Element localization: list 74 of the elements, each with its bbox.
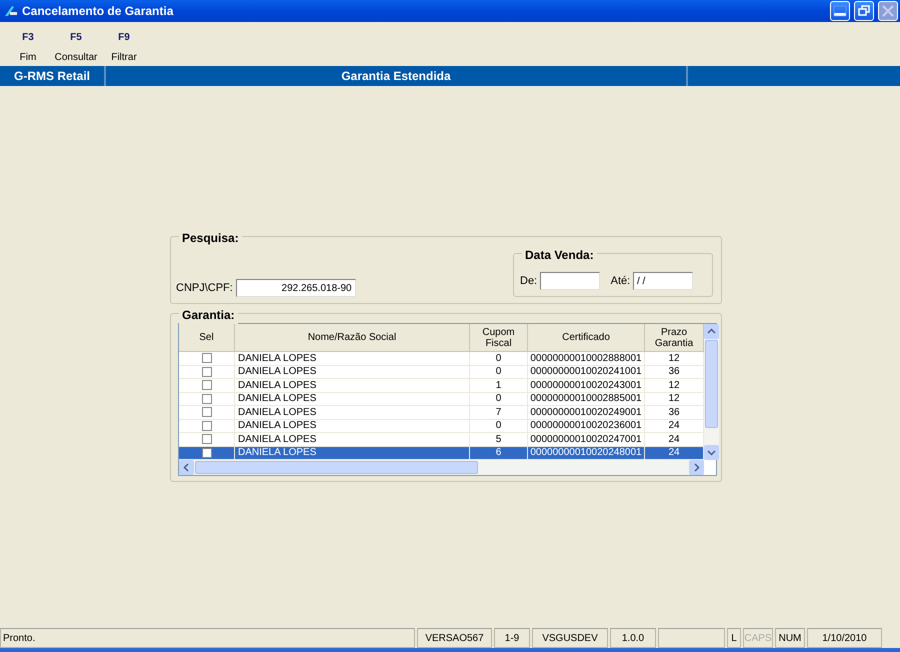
table-cell: 0 [470, 420, 528, 433]
window-title: Cancelamento de Garantia [22, 3, 174, 20]
table-cell: DANIELA LOPES [235, 392, 470, 406]
app-name: G-RMS Retail [0, 66, 106, 86]
column-header[interactable]: Sel [179, 324, 235, 352]
status-panel: L [727, 628, 741, 648]
checkbox[interactable] [202, 394, 212, 404]
status-panel: 1-9 [494, 628, 530, 648]
toolbar-button[interactable]: F9 Filtrar [102, 30, 146, 66]
date-from-field[interactable] [540, 272, 600, 290]
screen-title: Garantia Estendida [106, 66, 688, 86]
table-row[interactable]: DANIELA LOPES 0 00000000010002888001 12 [179, 352, 704, 366]
table-cell: 0 [470, 366, 528, 379]
cpf-field[interactable]: 292.265.018-90 [236, 279, 356, 297]
field-label: Até: [610, 274, 630, 289]
status-panel: CAPS [743, 628, 773, 648]
scrollbar-thumb[interactable] [195, 461, 478, 474]
table-cell: 00000000010002885001 [528, 392, 645, 406]
scroll-left-button[interactable] [179, 460, 194, 475]
status-panel: 1.0.0 [610, 628, 656, 648]
table-cell: 1 [470, 379, 528, 392]
restore-button[interactable] [854, 1, 874, 21]
checkbox[interactable] [202, 380, 212, 390]
checkbox[interactable] [202, 420, 212, 431]
table-cell: DANIELA LOPES [235, 379, 470, 392]
field-label: CNPJ\CPF: [176, 280, 233, 296]
table-cell: 00000000010020243001 [528, 379, 645, 392]
status-panel: 1/10/2010 [807, 628, 882, 648]
status-panel: VSGUSDEV [532, 628, 608, 648]
column-header[interactable]: Certificado [528, 324, 645, 352]
table-cell: 00000000010020249001 [528, 406, 645, 420]
minimize-icon [832, 3, 848, 19]
scroll-down-button[interactable] [704, 445, 719, 460]
status-panel: Pronto. [0, 628, 415, 648]
table-row[interactable]: DANIELA LOPES 0 00000000010020241001 36 [179, 366, 704, 379]
toolbar-button[interactable]: F5 Consultar [54, 30, 98, 66]
toolbar-button[interactable]: F3 Fim [6, 30, 50, 66]
app-icon [4, 5, 18, 17]
table-cell: DANIELA LOPES [235, 352, 470, 366]
date-to-field[interactable]: / / [632, 272, 693, 290]
table-cell: 0 [470, 352, 528, 366]
table-row[interactable]: DANIELA LOPES 0 00000000010002885001 12 [179, 392, 704, 406]
status-panel: VERSAO567 [417, 628, 492, 648]
table-cell: 00000000010020241001 [528, 366, 645, 379]
column-header[interactable]: Nome/Razão Social [235, 324, 470, 352]
checkbox[interactable] [202, 407, 212, 418]
scroll-up-button[interactable] [704, 324, 719, 339]
checkbox[interactable] [202, 434, 212, 444]
table-cell: DANIELA LOPES [235, 406, 470, 420]
checkbox[interactable] [202, 448, 212, 458]
minimize-button[interactable] [830, 1, 850, 21]
table-cell: DANIELA LOPES [235, 366, 470, 379]
status-panel [658, 628, 725, 648]
table-cell: DANIELA LOPES [235, 420, 470, 433]
table-row[interactable]: DANIELA LOPES 0 00000000010020236001 24 [179, 420, 704, 433]
close-button[interactable] [878, 1, 898, 21]
scrollbar-thumb[interactable] [705, 340, 718, 428]
table-row[interactable]: DANIELA LOPES 6 00000000010020248001 24 [179, 446, 704, 460]
scroll-right-button[interactable] [689, 460, 704, 475]
vertical-scrollbar[interactable] [704, 324, 719, 460]
restore-icon [856, 3, 872, 19]
horizontal-scrollbar[interactable] [179, 460, 704, 475]
checkbox[interactable] [202, 353, 212, 364]
table-cell: 00000000010020236001 [528, 420, 645, 433]
table-cell: 7 [470, 406, 528, 420]
table-row[interactable]: DANIELA LOPES 7 00000000010020249001 36 [179, 406, 704, 420]
table-cell: 0 [470, 392, 528, 406]
table-cell: 00000000010002888001 [528, 352, 645, 366]
field-label: De: [520, 274, 538, 289]
table-row[interactable]: DANIELA LOPES 1 00000000010020243001 12 [179, 379, 704, 392]
status-panel: NUM [775, 628, 805, 648]
checkbox[interactable] [202, 366, 212, 377]
close-icon [880, 3, 896, 19]
column-header[interactable]: Cupom Fiscal [470, 324, 528, 352]
